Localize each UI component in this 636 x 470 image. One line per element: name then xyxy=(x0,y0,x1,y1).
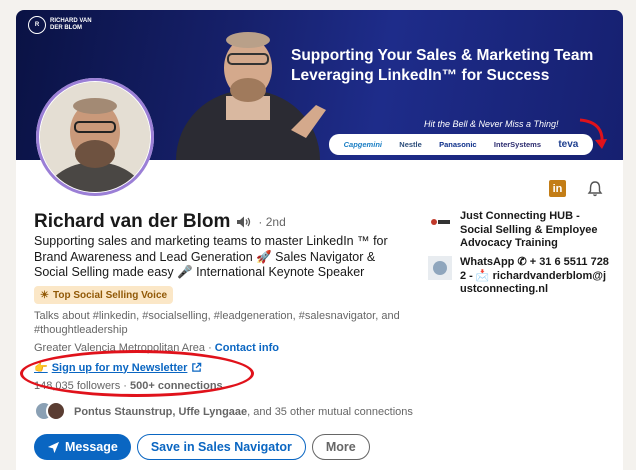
contact-row[interactable]: WhatsApp ✆ + 31 6 5511 7282 - 📩 richardv… xyxy=(428,256,610,297)
connections-count[interactable]: 500+ connections xyxy=(130,380,223,392)
banner-headline: Supporting Your Sales & Marketing Team L… xyxy=(291,46,593,86)
followers-row: 148,035 followers · 500+ connections xyxy=(34,380,223,392)
banner-headline-line1: Supporting Your Sales & Marketing Team xyxy=(291,47,594,64)
speaker-icon[interactable] xyxy=(236,215,252,229)
action-buttons: Message Save in Sales Navigator More xyxy=(34,434,370,460)
pointing-hand-icon: 👉 xyxy=(34,362,48,374)
mutual-text: Pontus Staunstrup, Uffe Lyngaae, and 35 … xyxy=(74,406,413,418)
external-link-icon xyxy=(192,362,202,372)
talks-about: Talks about #linkedin, #socialselling, #… xyxy=(34,310,400,336)
contact-item[interactable]: WhatsApp ✆ + 31 6 5511 7282 - 📩 richardv… xyxy=(428,256,610,297)
location-row: Greater Valencia Metropolitan Area · Con… xyxy=(34,342,279,354)
page: R RICHARD VAN DER BLOM Supporting Your S… xyxy=(0,0,636,470)
bell-icon[interactable] xyxy=(586,180,604,198)
location-separator: · xyxy=(208,342,212,354)
linkedin-icon[interactable]: in xyxy=(549,180,566,197)
name-row: Richard van der Blom · 2nd xyxy=(34,211,286,233)
avatar-photo xyxy=(40,82,150,192)
message-label: Message xyxy=(65,440,118,454)
newsletter-link[interactable]: 👉 Sign up for my Newsletter xyxy=(34,361,202,374)
rvdb-logo-icon: R xyxy=(28,16,46,34)
company-logo-icon xyxy=(428,210,452,234)
contact-info-link[interactable]: Contact info xyxy=(215,342,279,354)
more-button[interactable]: More xyxy=(311,434,370,460)
mutual-avatars xyxy=(34,401,68,423)
connection-degree: · 2nd xyxy=(258,215,286,229)
newsletter-label: Sign up for my Newsletter xyxy=(51,361,188,374)
badge-label: Top Social Selling Voice xyxy=(52,289,168,301)
client-logo: teva xyxy=(558,139,579,150)
logo-line1: RICHARD VAN xyxy=(50,18,92,24)
client-logo: Nestle xyxy=(399,140,422,149)
save-in-sales-navigator-button[interactable]: Save in Sales Navigator xyxy=(136,434,306,460)
banner-logo: R RICHARD VAN DER BLOM xyxy=(28,16,92,34)
profile-card: R RICHARD VAN DER BLOM Supporting Your S… xyxy=(16,10,623,470)
sun-badge-icon: ☀ xyxy=(40,289,49,301)
profile-name: Richard van der Blom xyxy=(34,211,231,232)
mutual-rest: , and 35 other mutual connections xyxy=(247,406,413,418)
top-voice-badge[interactable]: ☀ Top Social Selling Voice xyxy=(34,286,174,304)
company-name: Just Connecting HUB - Social Selling & E… xyxy=(460,210,598,249)
followers-count[interactable]: 148,035 followers xyxy=(34,380,120,392)
message-button[interactable]: Message xyxy=(34,434,131,460)
followers-separator: · xyxy=(123,380,127,392)
location: Greater Valencia Metropolitan Area xyxy=(34,342,205,354)
company-info[interactable]: Just Connecting HUB - Social Selling & E… xyxy=(428,210,610,251)
profile-avatar[interactable] xyxy=(36,78,154,196)
contact-thumb-icon xyxy=(428,256,452,280)
profile-headline: Supporting sales and marketing teams to … xyxy=(34,234,388,279)
company-item[interactable]: Just Connecting HUB - Social Selling & E… xyxy=(428,210,610,251)
logo-line2: DER BLOM xyxy=(50,25,82,31)
contact-details: WhatsApp ✆ + 31 6 5511 7282 - 📩 richardv… xyxy=(460,256,609,295)
banner-tagline: Hit the Bell & Never Miss a Thing! xyxy=(424,119,559,129)
mutual-connections[interactable]: Pontus Staunstrup, Uffe Lyngaae, and 35 … xyxy=(34,401,413,423)
client-logo: Capgemini xyxy=(343,140,382,149)
client-logo: InterSystems xyxy=(493,140,542,149)
mutual-avatar xyxy=(46,401,66,421)
client-logo: Panasonic xyxy=(439,140,477,149)
mutual-names: Pontus Staunstrup, Uffe Lyngaae xyxy=(74,406,248,418)
banner-headline-line2: Leveraging LinkedIn™ for Success xyxy=(291,67,550,84)
client-logos: Capgemini Nestle Panasonic InterSystems … xyxy=(329,134,593,155)
send-icon xyxy=(47,441,60,453)
